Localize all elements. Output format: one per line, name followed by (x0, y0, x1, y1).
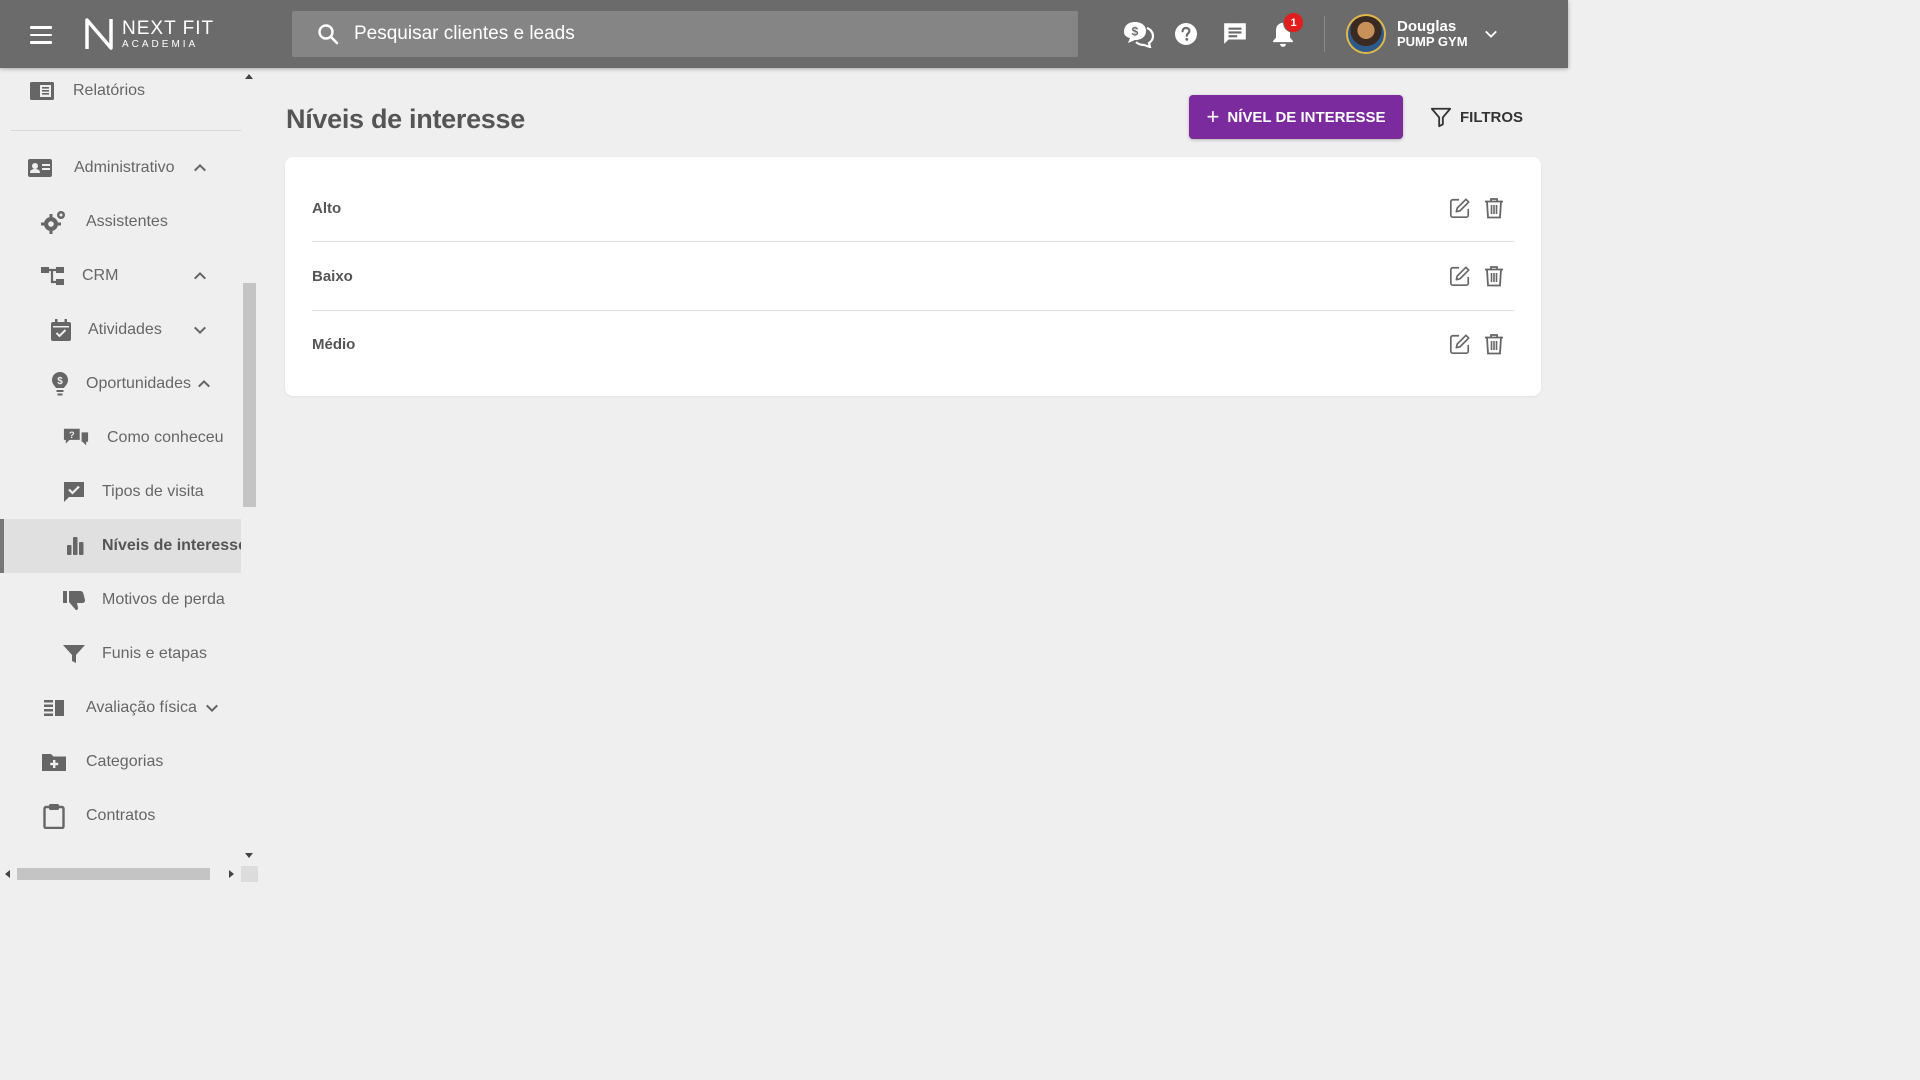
delete-icon[interactable] (1482, 264, 1506, 288)
chat-check-icon (61, 479, 87, 505)
help-icon[interactable] (1174, 20, 1202, 48)
chevron-down-icon (206, 704, 218, 713)
filter-icon (1430, 107, 1452, 128)
messages-icon[interactable] (1222, 20, 1250, 48)
logo-mark-icon (85, 18, 113, 50)
sidebar-item-label: Contratos (86, 807, 156, 824)
sidebar-item-crm[interactable]: CRM (0, 249, 241, 303)
sidebar-item-motivos-de-perda[interactable]: Motivos de perda (0, 573, 241, 627)
search-input[interactable] (354, 23, 1034, 45)
scroll-up-arrow-icon[interactable] (245, 74, 253, 79)
sidebar-item-label: Assistentes (86, 213, 168, 230)
search-bar[interactable] (292, 11, 1078, 57)
sidebar-item-label: Relatórios (73, 82, 146, 99)
sidebar-vertical-scroll-thumb[interactable] (243, 283, 256, 507)
add-interest-level-button[interactable]: + NÍVEL DE INTERESSE (1189, 95, 1403, 139)
sidebar-item-assistentes[interactable]: Assistentes (0, 195, 241, 249)
sidebar-item-atividades[interactable]: Atividades (0, 303, 241, 357)
bar-chart-icon (62, 533, 88, 559)
scroll-down-arrow-icon[interactable] (245, 853, 253, 858)
sidebar-item-label: Funis e etapas (102, 645, 207, 662)
plus-icon: + (1206, 104, 1220, 129)
folder-plus-icon (41, 749, 67, 775)
add-button-label: NÍVEL DE INTERESSE (1227, 108, 1386, 126)
list-item: Baixo (312, 242, 1514, 310)
brand-name: NEXT FIT (122, 17, 215, 39)
question-chat-icon: ? (63, 425, 89, 451)
interest-level-name: Baixo (312, 267, 353, 285)
chevron-down-icon (1484, 30, 1497, 38)
svg-text:?: ? (69, 430, 75, 440)
interest-level-name: Médio (312, 335, 356, 353)
interest-levels-list: Alto Baixo Médio (285, 157, 1541, 396)
avatar (1346, 14, 1386, 54)
sidebar-item-label: Administrativo (74, 159, 175, 176)
user-menu[interactable]: Douglas PUMP GYM (1346, 14, 1500, 54)
svg-text:$: $ (1132, 25, 1139, 39)
sidebar-item-label: Como conheceu (107, 429, 224, 446)
sidebar-horizontal-scroll-thumb[interactable] (17, 868, 210, 880)
filters-label: FILTROS (1460, 108, 1524, 126)
brand-sub: ACADEMIA (122, 38, 199, 50)
sidebar-item-label: Motivos de perda (102, 591, 225, 608)
calendar-check-icon (48, 317, 74, 343)
filters-button[interactable]: FILTROS (1422, 95, 1531, 139)
delete-icon[interactable] (1482, 332, 1506, 356)
chevron-up-icon (194, 163, 206, 172)
id-card-icon (27, 155, 53, 181)
edit-icon[interactable] (1448, 332, 1472, 356)
svg-text:$: $ (57, 376, 63, 387)
sidebar: Relatórios Administrativo Assistentes CR… (0, 68, 258, 882)
sidebar-item-niveis-de-interesse[interactable]: Níveis de interesse (0, 519, 247, 573)
gears-icon (41, 209, 67, 235)
sidebar-item-categorias[interactable]: Categorias (0, 735, 241, 789)
sidebar-item-como-conheceu[interactable]: ? Como conheceu (0, 411, 241, 465)
user-name: Douglas (1397, 17, 1457, 35)
list-item: Médio (312, 310, 1514, 378)
interest-level-name: Alto (312, 199, 342, 217)
brand-logo[interactable]: NEXT FIT ACADEMIA (84, 16, 214, 52)
sidebar-item-label: Atividades (88, 321, 162, 338)
sidebar-item-oportunidades[interactable]: $ Oportunidades (0, 357, 241, 411)
edit-icon[interactable] (1448, 264, 1472, 288)
hierarchy-icon (40, 263, 66, 289)
notification-badge: 1 (1283, 12, 1304, 33)
edit-icon[interactable] (1448, 196, 1472, 220)
chevron-up-icon (198, 379, 210, 388)
sidebar-divider (11, 130, 241, 131)
clipboard-icon (41, 803, 67, 829)
sidebar-item-label: Avaliação física (86, 699, 197, 716)
top-bar: NEXT FIT ACADEMIA $ (0, 0, 1568, 68)
top-divider (1324, 16, 1325, 52)
chevron-up-icon (194, 271, 206, 280)
chevron-down-icon (194, 326, 206, 335)
list-view-icon (41, 695, 67, 721)
page-title: Níveis de interesse (286, 104, 525, 134)
scroll-left-arrow-icon[interactable] (5, 870, 10, 878)
sidebar-item-label: Níveis de interesse (102, 537, 247, 554)
funnel-icon (61, 641, 87, 667)
sidebar-item-contratos[interactable]: Contratos (0, 789, 241, 843)
financial-chat-icon[interactable]: $ (1122, 20, 1155, 49)
sidebar-item-label: CRM (82, 267, 119, 284)
thumbs-down-icon (61, 587, 87, 613)
user-org: PUMP GYM (1397, 34, 1468, 50)
report-icon (29, 78, 55, 104)
sidebar-item-tipos-de-visita[interactable]: Tipos de visita (0, 465, 241, 519)
sidebar-item-label: Tipos de visita (102, 483, 204, 500)
scroll-corner (241, 866, 258, 882)
sidebar-item-avaliacao-fisica[interactable]: Avaliação física (0, 681, 241, 735)
menu-icon[interactable] (30, 20, 58, 48)
sidebar-item-relatorios[interactable]: Relatórios (0, 68, 241, 118)
scroll-right-arrow-icon[interactable] (229, 870, 234, 878)
sidebar-item-funis-e-etapas[interactable]: Funis e etapas (0, 627, 241, 681)
sidebar-item-label: Categorias (86, 753, 164, 770)
delete-icon[interactable] (1482, 196, 1506, 220)
sidebar-item-administrativo[interactable]: Administrativo (0, 141, 241, 195)
list-item: Alto (312, 174, 1514, 242)
sidebar-item-label: Oportunidades (86, 375, 191, 392)
search-icon (318, 24, 339, 45)
lightbulb-dollar-icon: $ (47, 371, 73, 397)
